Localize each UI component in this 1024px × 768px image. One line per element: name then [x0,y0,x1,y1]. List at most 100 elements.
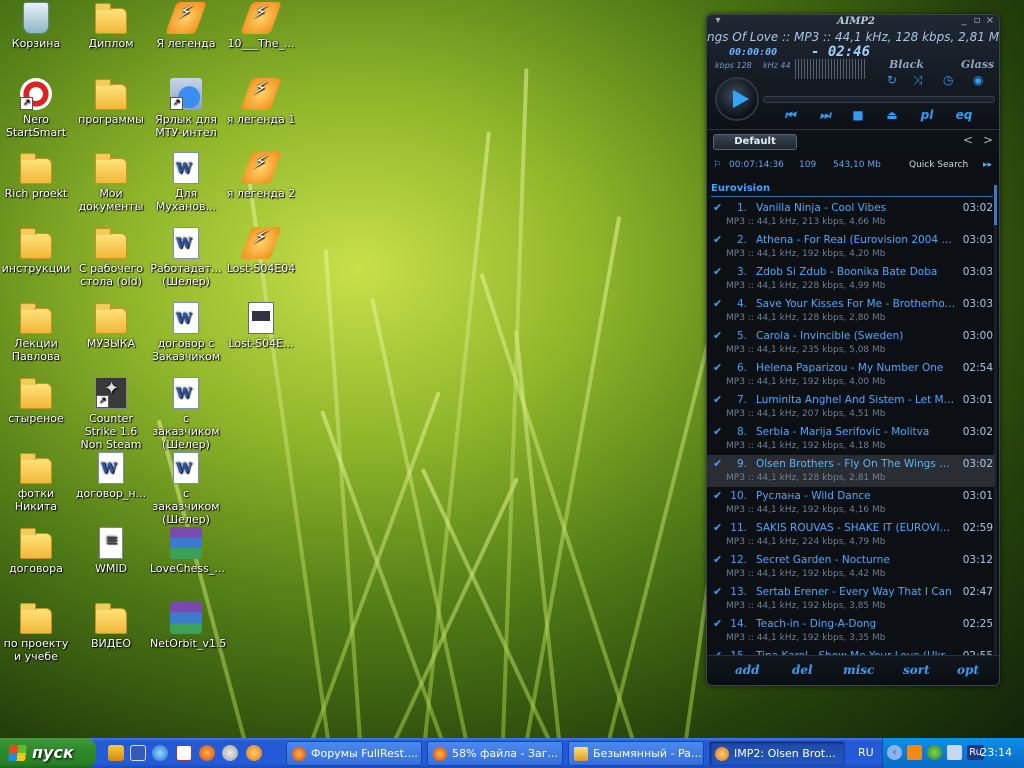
desktop-icon-the-track[interactable]: 10___The_... [225,2,297,50]
repeat-icon[interactable]: ↻ [887,73,897,87]
desktop-icon-nero[interactable]: Nero StartSmart [0,78,72,139]
desktop-icon-lost-s04e04[interactable]: Lost-S04E04 [225,227,297,275]
playlist-track[interactable]: ✔ 14. Teach-in - Ding-A-Dong 02:25 MP3 :: 44… [707,615,995,647]
desktop-icon-employer-doc[interactable]: Работадат... (Шелер) [150,227,222,288]
desktop-icon-programs[interactable]: программы [75,78,147,126]
desktop-icon-old-desktop[interactable]: С рабочего стола (old) [75,227,147,288]
sort-button[interactable]: sort [903,663,930,677]
language-indicator[interactable]: RU [858,746,874,759]
playlist-track[interactable]: ✔ 5. Carola - Invincible (Sweden) 03:00 MP3 … [707,327,995,359]
desktop-icon-music[interactable]: МУЗЫКА [75,302,147,350]
quicklaunch-media-icon[interactable] [222,745,238,761]
clock[interactable]: 23:14 [980,746,1012,759]
checkmark-icon: ✔ [713,297,723,310]
desktop-icon-lost-s04e-file[interactable]: Lost-S04E... [225,302,297,350]
quicklaunch-aimp-icon[interactable] [246,745,262,761]
desktop-icon-photos[interactable]: фотки Никита [0,452,72,513]
player-titlebar[interactable]: ▾ AIMP2 _ ▫ × [707,15,999,29]
radio-icon[interactable]: ◉ [973,73,983,87]
desktop-icon-lovechess[interactable]: LoveChess_... [150,527,225,575]
menu-icon[interactable]: ▾ [713,15,723,26]
desktop-icon-netorbit[interactable]: NetOrbit_v1.5 [150,602,226,650]
tray-aimp-icon[interactable] [907,745,922,760]
desktop-icon-rich-proekt[interactable]: Rich proekt [0,152,72,200]
desktop-icon-contracts[interactable]: договора [0,527,72,575]
playlist-track[interactable]: ✔ 10. Руслана - Wild Dance 03:01 MP3 :: 44,1… [707,487,995,519]
desktop-icon-lectures[interactable]: Лекции Павлова [0,302,72,363]
playlist-track[interactable]: ✔ 7. Luminita Anghel And Sistem - Let Me T… [707,391,995,423]
desktop-icon-ya-legenda[interactable]: Я легенда [150,2,222,50]
timer-icon[interactable]: ◷ [943,73,953,87]
desktop-icon-contract-doc[interactable]: договор_н... [75,452,147,500]
playlist-track[interactable]: ✔ 13. Sertab Erener - Every Way That I Can… [707,583,995,615]
track-duration: 03:01 [962,490,993,502]
desktop-icon-customer-sheler[interactable]: с заказчиком (Шелер) [150,377,222,451]
playlist-track[interactable]: ✔ 12. Secret Garden - Nocturne 03:12 MP3 :: … [707,551,995,583]
restore-icon[interactable]: ▫ [972,15,982,26]
start-button[interactable]: пуск [0,738,96,768]
desktop-icon-mukhanov-doc[interactable]: Для Муханов... [150,152,222,213]
desktop-icon-mtu-intel[interactable]: Ярлык для МТУ-интел [150,78,222,139]
playlist-track[interactable]: ✔ 1. Vanilla Ninja - Cool Vibes 03:02 MP3 ::… [707,199,995,231]
tray-network-icon[interactable] [947,745,962,760]
desktop-icon-ya-legenda-2[interactable]: я легенда 2 [225,152,297,200]
playlist-track[interactable]: ✔ 9. Olsen Brothers - Fly On The Wings Of … [707,455,995,487]
open-file-button[interactable]: ⏏ [881,108,903,122]
next-playlist-icon[interactable]: > [983,133,993,147]
quicklaunch-winamp-icon[interactable] [108,745,124,761]
shuffle-icon[interactable]: ⤨ [913,73,923,88]
playlist-tab-default[interactable]: Default [713,134,797,150]
misc-button[interactable]: misc [843,663,874,677]
desktop-icon-my-documents[interactable]: Мои документы [75,152,147,213]
desktop-icon-styrenoe[interactable]: стыреное [0,377,72,425]
desktop-icon-ya-legenda-1[interactable]: я легенда 1 [225,78,297,126]
tray-collapse-icon[interactable]: ‹ [887,745,902,760]
stop-button[interactable]: ■ [847,108,869,122]
desktop-icon-customer-sheler-2[interactable]: с заказчиком (Шелер) об... [150,452,222,539]
quicklaunch-save-icon[interactable] [130,745,146,761]
playlist-track[interactable]: ✔ 3. Zdob Si Zdub - Boonika Bate Doba 03:03… [707,263,995,295]
grass-blade [520,216,622,768]
playlist-track[interactable]: ✔ 8. Serbia - Marija Serifovic - Molitva 03… [707,423,995,455]
playlist-toggle-button[interactable]: pl [916,108,938,122]
play-button[interactable] [715,77,759,121]
desktop-icon-video[interactable]: ВИДЕО [75,602,147,650]
quicklaunch-ie-icon[interactable] [152,745,168,761]
desktop-icon-recycle-bin[interactable]: Корзина [0,2,72,50]
seek-bar[interactable] [763,96,995,103]
task-download[interactable]: 58% файла - Заг... [427,741,563,766]
folder-icon [20,528,52,559]
options-button[interactable]: opt [957,663,979,677]
tray-icq-icon[interactable] [927,745,942,760]
aimp-player-window[interactable]: ▾ AIMP2 _ ▫ × ngs Of Love :: MP3 :: 44,1… [706,14,1000,686]
desktop-icon-customer-contract[interactable]: договор с Заказчиком [150,302,222,363]
search-arrow-icon[interactable]: ▸▸ [983,160,992,170]
playlist-track[interactable]: ✔ 2. Athena - For Real (Eurovision 2004 Tu… [707,231,995,263]
add-button[interactable]: add [735,663,760,677]
spectrum-visualizer[interactable] [795,59,865,79]
task-aimp[interactable]: IMP2: Olsen Brot... [709,741,845,766]
task-forums-fullrest[interactable]: Форумы FullRest.... [286,741,422,766]
desktop-icon-counter-strike[interactable]: Counter Strike 1.6 Non Steam [75,377,147,451]
quicklaunch-firefox-icon[interactable] [199,745,215,761]
playlist-track[interactable]: ✔15.Tina Karol - Show Me Your Love (Ukra… [707,647,995,655]
prev-playlist-icon[interactable]: < [963,133,973,147]
playlist-track[interactable]: ✔ 11. SAKIS ROUVAS - SHAKE IT (EUROVISI...… [707,519,995,551]
quick-search[interactable]: Quick Search [909,160,968,170]
quicklaunch-document-icon[interactable] [176,745,192,761]
time-remaining[interactable]: - 02:46 [811,44,870,60]
playlist-track[interactable]: ✔ 6. Helena Paparizou - My Number One 02:54… [707,359,995,391]
desktop-icon-project[interactable]: по проекту и учебе [0,602,72,663]
close-icon[interactable]: × [985,15,995,26]
desktop-icon-instructions[interactable]: инструкции [0,227,72,275]
playlist-group-title[interactable]: Eurovision [711,183,770,194]
desktop-icon-wmid[interactable]: WMID [75,527,147,575]
delete-button[interactable]: del [792,663,813,677]
equalizer-toggle-button[interactable]: eq [953,108,975,122]
playlist-track[interactable]: ✔ 4. Save Your Kisses For Me - Brotherhood… [707,295,995,327]
desktop-icon-diploma[interactable]: Диплом [75,2,147,50]
task-paint[interactable]: Безымянный - Paint [568,741,704,766]
minimize-icon[interactable]: _ [959,15,969,26]
next-track-button[interactable]: ⏭ [814,108,836,123]
previous-track-button[interactable]: ⏮ [779,108,801,123]
